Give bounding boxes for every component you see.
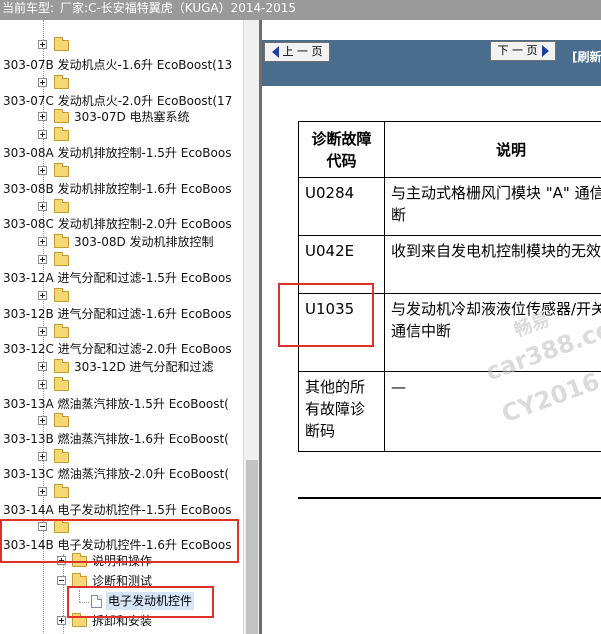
tree-section-303-08a[interactable]: 303-08A 发动机排放控制-1.5升 EcoBoos — [3, 144, 231, 162]
tree-row[interactable] — [0, 36, 243, 54]
expand-icon[interactable] — [38, 291, 47, 300]
tree-row[interactable] — [0, 412, 243, 430]
tree-section-303-13a[interactable]: 303-13A 燃油蒸汽排放-1.5升 EcoBoost( — [3, 395, 229, 413]
tree-section-303-14a[interactable]: 303-14A 电子发动机控件-1.5升 EcoBoos — [3, 501, 231, 519]
refresh-link[interactable]: [刷新 — [572, 48, 601, 65]
tree-section-303-13b[interactable]: 303-13B 燃油蒸汽排放-1.6升 EcoBoost( — [3, 430, 229, 448]
tree-section-303-12a[interactable]: 303-12A 进气分配和过滤-1.5升 EcoBoos — [3, 269, 231, 287]
folder-icon — [54, 234, 69, 248]
highlight-box-dtc — [278, 283, 374, 347]
dtc-code: U0284 — [298, 177, 385, 236]
folder-icon — [54, 252, 69, 266]
tree-row[interactable] — [0, 448, 243, 466]
arrow-left-icon — [271, 46, 279, 58]
tree-row[interactable] — [0, 126, 243, 144]
tree-row[interactable] — [0, 162, 243, 180]
tree-item-303-12d[interactable]: 303-12D 进气分配和过滤 — [0, 358, 243, 376]
tree-section-303-07b[interactable]: 303-07B 发动机点火-1.6升 EcoBoost(13 — [3, 56, 232, 74]
tree-row[interactable] — [0, 287, 243, 305]
expand-icon[interactable] — [38, 452, 47, 461]
dtc-description: — — [384, 371, 601, 452]
tree-section-303-12b[interactable]: 303-12B 进气分配和过滤-1.6升 EcoBoos — [3, 305, 231, 323]
dtc-description: 与发动机冷却液液位传感器/开关的通信中断 — [384, 293, 601, 372]
folder-icon — [54, 199, 69, 213]
highlight-box-selected — [67, 586, 214, 618]
tree-section-303-12c[interactable]: 303-12C 进气分配和过滤-2.0升 EcoBoos — [3, 340, 232, 358]
folder-icon — [54, 288, 69, 302]
dtc-code: 其他的所有故障诊断码 — [298, 371, 385, 452]
expand-icon[interactable] — [38, 40, 47, 49]
vehicle-model: 厂家:C-长安福特翼虎（KUGA）2014-2015 — [60, 1, 297, 15]
expand-icon[interactable] — [38, 112, 47, 121]
dtc-description: 收到来自发电机控制模块的无效数据 — [384, 235, 601, 294]
scrollbar-thumb[interactable] — [246, 460, 258, 634]
folder-icon — [54, 109, 69, 123]
tree-row[interactable] — [0, 483, 243, 501]
folder-icon — [54, 324, 69, 338]
tree-row[interactable] — [0, 198, 243, 216]
divider — [298, 497, 601, 499]
highlight-box-section — [0, 519, 239, 563]
tree-row[interactable] — [0, 376, 243, 394]
table-header-description: 说明 — [384, 121, 601, 178]
expand-icon[interactable] — [38, 202, 47, 211]
tree-item-303-08d[interactable]: 303-08D 发动机排放控制 — [0, 233, 243, 251]
tree-item-303-07d[interactable]: 303-07D 电热塞系统 — [0, 108, 243, 126]
expand-icon[interactable] — [38, 327, 47, 336]
next-page-button[interactable]: 下 一 页 — [490, 41, 556, 61]
expand-icon[interactable] — [38, 237, 47, 246]
expand-icon[interactable] — [38, 255, 47, 264]
dtc-description: 与主动式格栅风门模块 "A" 通信中断 — [384, 177, 601, 236]
expand-icon[interactable] — [38, 78, 47, 87]
tree-row[interactable] — [0, 323, 243, 341]
folder-icon — [54, 484, 69, 498]
prev-page-button[interactable]: 上 一 页 — [264, 42, 330, 62]
tree-section-303-13c[interactable]: 303-13C 燃油蒸汽排放-2.0升 EcoBoost( — [3, 465, 229, 483]
expand-icon[interactable] — [38, 166, 47, 175]
folder-icon — [54, 377, 69, 391]
folder-icon — [54, 359, 69, 373]
folder-icon — [54, 413, 69, 427]
tree-pane: 303-07B 发动机点火-1.6升 EcoBoost(13 303-07C 发… — [0, 20, 243, 634]
arrow-right-icon — [541, 45, 549, 57]
expand-icon[interactable] — [38, 380, 47, 389]
tree-section-303-08b[interactable]: 303-08B 发动机排放控制-1.6升 EcoBoos — [3, 180, 231, 198]
table-header-row: 诊断故障代码 说明 — [298, 121, 601, 178]
collapse-icon[interactable] — [57, 576, 66, 585]
folder-icon — [54, 37, 69, 51]
vehicle-caption: 当前车型: — [2, 1, 55, 15]
document-pane: 上 一 页 下 一 页 [刷新 诊断故障代码 说明 U0284 与主动式格栅风门… — [262, 20, 601, 634]
tree-scrollbar[interactable] — [243, 20, 259, 634]
expand-icon[interactable] — [38, 362, 47, 371]
folder-icon — [54, 127, 69, 141]
expand-icon[interactable] — [38, 130, 47, 139]
folder-icon — [54, 449, 69, 463]
tree-row[interactable] — [0, 251, 243, 269]
table-row: 其他的所有故障诊断码 — — [298, 371, 601, 452]
title-bar: 当前车型: 厂家:C-长安福特翼虎（KUGA）2014-2015 — [0, 0, 601, 20]
tree-row[interactable] — [0, 74, 243, 92]
table-header-code: 诊断故障代码 — [298, 121, 385, 178]
expand-icon[interactable] — [57, 616, 66, 625]
folder-icon — [54, 75, 69, 89]
folder-icon — [54, 163, 69, 177]
tree-section-303-08c[interactable]: 303-08C 发动机排放控制-2.0升 EcoBoos — [3, 215, 232, 233]
expand-icon[interactable] — [38, 416, 47, 425]
table-row: U0284 与主动式格栅风门模块 "A" 通信中断 — [298, 177, 601, 236]
expand-icon[interactable] — [38, 487, 47, 496]
